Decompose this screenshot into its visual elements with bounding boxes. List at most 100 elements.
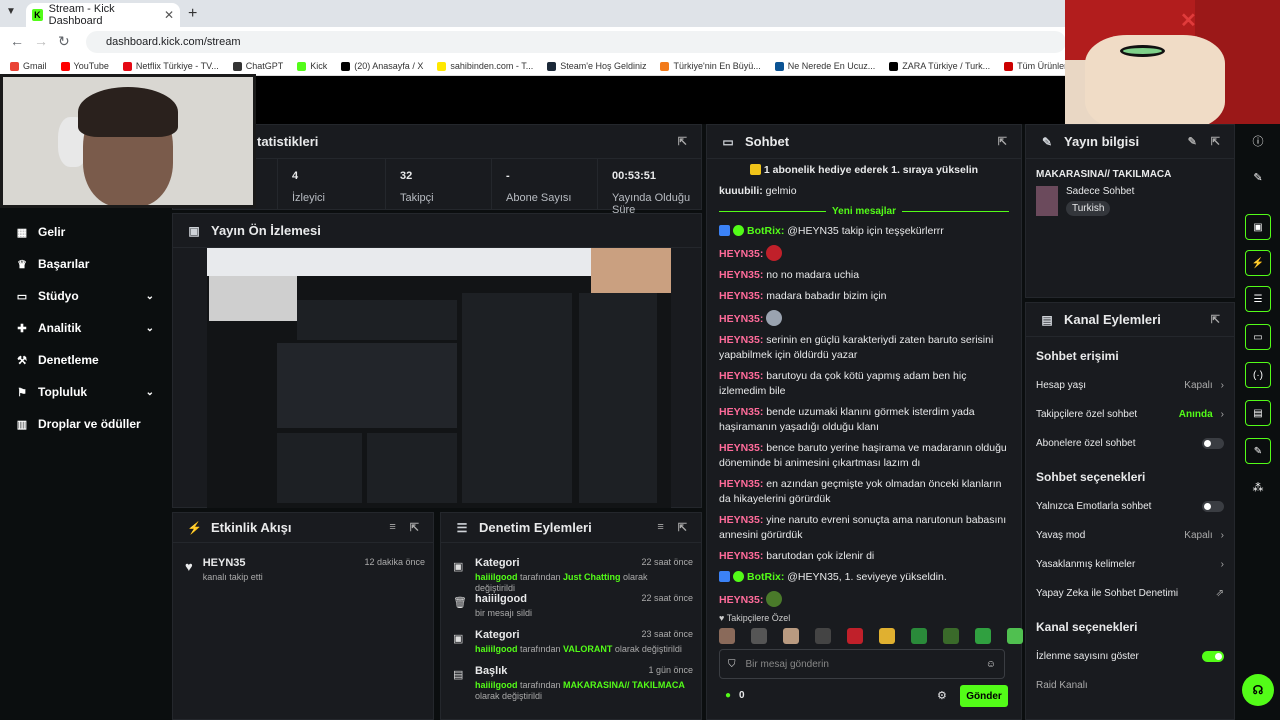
emote-icon[interactable] xyxy=(847,628,863,644)
chat-username[interactable]: HEYN35: xyxy=(719,550,763,562)
reload-icon[interactable]: ↻ xyxy=(58,33,70,50)
integrations-icon[interactable]: ⁂ xyxy=(1245,474,1271,500)
bookmark-item[interactable]: Türkiye'nin En Büyü... xyxy=(660,61,761,71)
popout-icon[interactable]: ⇱ xyxy=(678,521,687,534)
filter-icon[interactable]: ≡ xyxy=(389,521,395,534)
moderation-user[interactable]: haiiilgood xyxy=(475,644,518,654)
popout-icon[interactable]: ⇱ xyxy=(1211,135,1220,148)
forward-icon[interactable]: → xyxy=(34,33,48,49)
bookmark-item[interactable]: Netflix Türkiye - TV... xyxy=(122,61,219,71)
subscribers-only-toggle[interactable] xyxy=(1202,438,1224,449)
emote-icon[interactable] xyxy=(751,628,767,644)
chat-settings-icon[interactable]: ⚙ xyxy=(937,689,947,702)
banned-words-label: Yasaklanmış kelimeler xyxy=(1036,559,1136,570)
chat-username[interactable]: HEYN35: xyxy=(719,248,763,260)
analytics-icon: ✚ xyxy=(17,322,27,335)
chat-username[interactable]: HEYN35: xyxy=(719,290,763,302)
bookmark-item[interactable]: YouTube xyxy=(60,61,109,71)
chat-toggle-icon[interactable]: ▭ xyxy=(1245,324,1271,350)
chat-username[interactable]: HEYN35: xyxy=(719,478,763,490)
gift-banner[interactable]: 1 abonelik hediye ederek 1. sıraya yükse… xyxy=(707,159,1021,181)
emote-icon[interactable] xyxy=(1007,628,1023,644)
bookmark-item[interactable]: Steam'e Hoş Geldiniz xyxy=(547,61,646,71)
chat-username[interactable]: kuuubili: xyxy=(719,185,763,197)
chevron-down-icon[interactable]: ⌄ xyxy=(146,387,154,398)
chat-username[interactable]: HEYN35: xyxy=(719,442,763,454)
broadcast-icon[interactable]: (·) xyxy=(1245,362,1271,388)
bookmark-item[interactable]: Kick xyxy=(297,61,327,71)
emote-icon[interactable] xyxy=(719,628,735,644)
category-name[interactable]: Sadece Sohbet xyxy=(1066,186,1134,197)
slow-mode-row[interactable]: Yavaş mod Kapalı › xyxy=(1026,521,1234,550)
chat-username[interactable]: HEYN35: xyxy=(719,334,763,346)
filter-icon[interactable]: ≡ xyxy=(657,521,663,534)
emote-strip xyxy=(719,628,1023,644)
emote-only-toggle[interactable] xyxy=(1202,501,1224,512)
bookmark-label: Ne Nerede En Ucuz... xyxy=(787,61,876,71)
moderation-toggle-icon[interactable]: ☰ xyxy=(1245,286,1271,312)
browser-tab[interactable]: K Stream - Kick Dashboard ✕ xyxy=(26,3,180,27)
emote-icon[interactable] xyxy=(943,628,959,644)
info-icon[interactable]: ⓘ xyxy=(1245,128,1271,154)
chat-username[interactable]: HEYN35: xyxy=(719,406,763,418)
emote-icon[interactable] xyxy=(975,628,991,644)
followers-only-row[interactable]: Takipçilere özel sohbet Anında › xyxy=(1026,400,1234,429)
support-chat-icon[interactable]: ☊ xyxy=(1242,674,1274,706)
sidebar-item-3[interactable]: ✚ Analitik ⌄ xyxy=(0,312,172,344)
sidebar-item-2[interactable]: ▭ Stüdyo ⌄ xyxy=(0,280,172,312)
subscribers-only-label: Abonelere özel sohbet xyxy=(1036,438,1136,449)
back-icon[interactable]: ← xyxy=(10,33,24,49)
chat-username[interactable]: BotRix: xyxy=(747,571,784,583)
sidebar-item-5[interactable]: ⚑ Topluluk ⌄ xyxy=(0,376,172,408)
chat-input[interactable]: ⛉ Bir mesaj gönderin ☺ xyxy=(719,649,1005,679)
tab-search-icon[interactable]: ▼ xyxy=(6,6,16,17)
chevron-down-icon[interactable]: ⌄ xyxy=(146,323,154,334)
popout-icon[interactable]: ⇱ xyxy=(1211,313,1220,326)
wrench-toggle-icon[interactable]: ✎ xyxy=(1245,438,1271,464)
chevron-down-icon[interactable]: ⌄ xyxy=(146,291,154,302)
points-counter[interactable]: ● 0 xyxy=(725,690,745,701)
emote-icon[interactable] xyxy=(911,628,927,644)
ai-moderation-row[interactable]: Yapay Zeka ile Sohbet Denetimi ⇗ xyxy=(1026,579,1234,608)
bookmark-item[interactable]: Ne Nerede En Ucuz... xyxy=(774,61,876,71)
popout-icon[interactable]: ⇱ xyxy=(678,135,687,148)
activity-toggle-icon[interactable]: ⚡ xyxy=(1245,250,1271,276)
new-tab-icon[interactable]: + xyxy=(188,5,197,23)
bookmark-item[interactable]: ChatGPT xyxy=(232,61,283,71)
sidebar-item-6[interactable]: ▥ Droplar ve ödüller xyxy=(0,408,172,440)
bookmark-item[interactable]: ZARA Türkiye / Turk... xyxy=(889,61,990,71)
emote-icon[interactable] xyxy=(815,628,831,644)
bookmark-item[interactable]: (20) Anasayfa / X xyxy=(341,61,423,71)
close-tab-icon[interactable]: ✕ xyxy=(164,8,174,22)
edit-icon[interactable]: ✎ xyxy=(1245,164,1271,190)
emote-icon[interactable] xyxy=(879,628,895,644)
account-age-row[interactable]: Hesap yaşı Kapalı › xyxy=(1026,371,1234,400)
stream-preview-video[interactable] xyxy=(207,248,671,508)
chat-username[interactable]: HEYN35: xyxy=(719,313,763,325)
emoji-icon[interactable]: ☺ xyxy=(986,659,996,670)
toolbox-toggle-icon[interactable]: ▤ xyxy=(1245,400,1271,426)
popout-icon[interactable]: ⇱ xyxy=(410,521,419,534)
chat-username[interactable]: HEYN35: xyxy=(719,514,763,526)
sidebar-item-0[interactable]: ▦ Gelir xyxy=(0,216,172,248)
chat-username[interactable]: BotRix: xyxy=(747,225,784,237)
bookmark-item[interactable]: Gmail xyxy=(10,61,47,71)
sidebar-item-4[interactable]: ⚒ Denetleme xyxy=(0,344,172,376)
url-field[interactable]: dashboard.kick.com/stream xyxy=(86,31,1066,53)
popout-icon[interactable]: ⇱ xyxy=(998,135,1007,148)
send-button[interactable]: Gönder xyxy=(960,685,1008,707)
edit-icon[interactable]: ✎ xyxy=(1188,135,1197,148)
sidebar-item-1[interactable]: ♛ Başarılar xyxy=(0,248,172,280)
raid-channel-row[interactable]: Raid Kanalı xyxy=(1026,671,1234,700)
show-viewer-count-toggle[interactable] xyxy=(1202,651,1224,662)
sidebar-item-label: Topluluk xyxy=(38,385,88,399)
preview-toggle-icon[interactable]: ▣ xyxy=(1245,214,1271,240)
emote-icon[interactable] xyxy=(783,628,799,644)
chat-username[interactable]: HEYN35: xyxy=(719,594,763,606)
chat-username[interactable]: HEYN35: xyxy=(719,370,763,382)
chat-username[interactable]: HEYN35: xyxy=(719,269,763,281)
bookmark-item[interactable]: sahibinden.com - T... xyxy=(437,61,533,71)
banned-words-row[interactable]: Yasaklanmış kelimeler › xyxy=(1026,550,1234,579)
moderation-user[interactable]: haiiilgood xyxy=(475,572,518,582)
moderation-user[interactable]: haiiilgood xyxy=(475,680,518,690)
